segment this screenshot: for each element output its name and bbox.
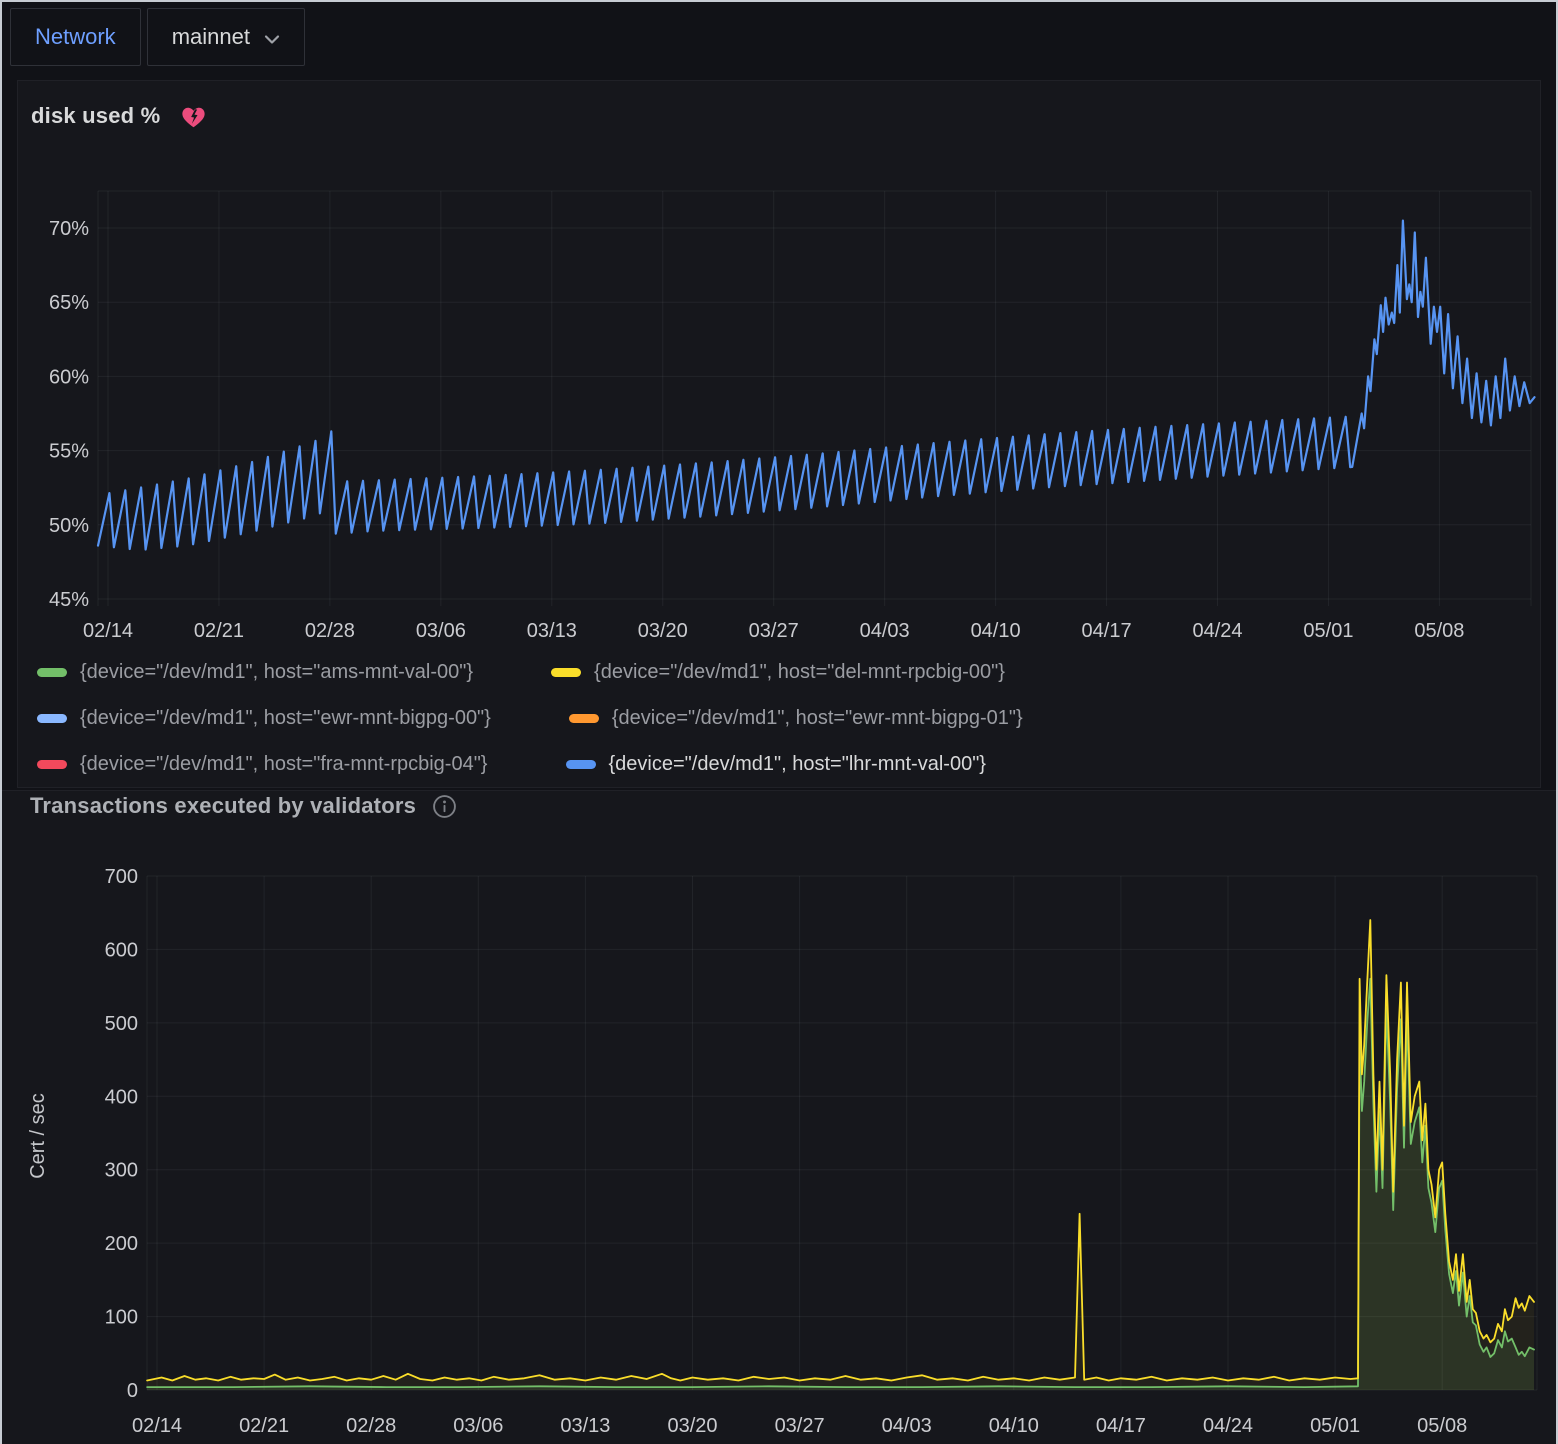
broken-heart-icon[interactable]	[180, 104, 207, 129]
axis-tick-label: 55%	[49, 441, 89, 463]
disk-series-line	[98, 221, 1535, 550]
tx-panel-header: Transactions executed by validators	[30, 793, 457, 819]
axis-tick-label: 60%	[49, 366, 89, 388]
series-label: {device="/dev/md1", host="ams-mnt-val-00…	[80, 661, 473, 684]
series-color-chip	[37, 714, 67, 723]
validators-green-fill	[147, 979, 1534, 1390]
axis-tick-label: 05/01	[1310, 1415, 1360, 1437]
variable-bar: Network mainnet	[10, 8, 305, 68]
validators-yellow-line	[147, 920, 1534, 1381]
axis-labels: 0 100 200 300 400 500 600 700 02/14 02/21 02/28 03/…	[27, 866, 1467, 1437]
validators-green-line	[147, 979, 1534, 1387]
axis-tick-label: 05/08	[1417, 1415, 1467, 1437]
legend-item[interactable]: {device="/dev/md1", host="lhr-mnt-val-00…	[566, 741, 986, 787]
tx-panel-title[interactable]: Transactions executed by validators	[30, 793, 416, 819]
gridlines	[147, 876, 1537, 1390]
legend-item[interactable]: {device="/dev/md1", host="del-mnt-rpcbig…	[551, 649, 1005, 695]
axis-tick-label: 04/10	[989, 1415, 1039, 1437]
axis-tick-label: 45%	[49, 589, 89, 611]
axis-tick-label: 700	[105, 866, 138, 888]
axis-tick-label: 04/03	[860, 620, 910, 642]
axis-tick-label: 100	[105, 1307, 138, 1329]
network-variable-label-text: Network	[35, 24, 116, 50]
series-color-chip	[569, 714, 599, 723]
axis-tick-label: 04/24	[1192, 620, 1242, 642]
network-variable-value-text: mainnet	[172, 24, 250, 50]
series-label: {device="/dev/md1", host="del-mnt-rpcbig…	[594, 661, 1005, 684]
disk-legend: {device="/dev/md1", host="ams-mnt-val-00…	[37, 649, 1527, 787]
validators-yellow-fill	[147, 920, 1534, 1390]
axis-tick-label: 02/21	[194, 620, 244, 642]
axis-tick-label: 200	[105, 1233, 138, 1255]
transactions-chart[interactable]: 0 100 200 300 400 500 600 700 02/14 02/21 02/28 03/…	[2, 791, 1556, 1443]
axis-tick-label: 05/08	[1414, 620, 1464, 642]
series-color-chip	[551, 668, 581, 677]
axis-tick-label: 0	[127, 1380, 138, 1402]
axis-tick-label: 65%	[49, 292, 89, 314]
series-label: {device="/dev/md1", host="fra-mnt-rpcbig…	[80, 753, 488, 776]
axis-tick-label: 04/10	[971, 620, 1021, 642]
axis-tick-label: 03/27	[749, 620, 799, 642]
legend-item[interactable]: {device="/dev/md1", host="ewr-mnt-bigpg-…	[569, 695, 1023, 741]
axis-tick-label: 02/14	[83, 620, 133, 642]
axis-tick-label: 300	[105, 1160, 138, 1182]
chevron-down-icon	[264, 34, 280, 45]
axis-tick-label: 03/13	[560, 1415, 610, 1437]
axis-tick-label: 03/06	[416, 620, 466, 642]
info-icon[interactable]	[432, 794, 457, 819]
series-label: {device="/dev/md1", host="ewr-mnt-bigpg-…	[80, 707, 491, 730]
axis-tick-label: 500	[105, 1013, 138, 1035]
disk-used-chart[interactable]: 45% 50% 55% 60% 65% 70% 02/14 02/21 02/28 03/06 03…	[18, 81, 1540, 647]
axis-tick-label: 04/17	[1082, 620, 1132, 642]
axis-tick-label: 04/03	[882, 1415, 932, 1437]
axis-tick-label: 02/28	[346, 1415, 396, 1437]
axis-tick-label: 02/28	[305, 620, 355, 642]
transactions-panel: Transactions executed by validators 0 100…	[2, 790, 1556, 1444]
axis-tick-label: 400	[105, 1086, 138, 1108]
axis-tick-label: 03/20	[667, 1415, 717, 1437]
series-label: {device="/dev/md1", host="ewr-mnt-bigpg-…	[612, 707, 1023, 730]
legend-item[interactable]: {device="/dev/md1", host="fra-mnt-rpcbig…	[37, 741, 488, 787]
network-variable-value[interactable]: mainnet	[147, 8, 305, 66]
axis-tick-label: 03/27	[775, 1415, 825, 1437]
axis-tick-label: 02/14	[132, 1415, 182, 1437]
axis-tick-label: 600	[105, 939, 138, 961]
gridlines	[98, 191, 1531, 606]
network-variable-label: Network	[10, 8, 141, 66]
axis-tick-label: 04/24	[1203, 1415, 1253, 1437]
disk-panel-header: disk used %	[31, 103, 207, 129]
axis-tick-label: 50%	[49, 515, 89, 537]
series-color-chip	[37, 668, 67, 677]
series-color-chip	[37, 760, 67, 769]
y-axis-label: Cert / sec	[27, 1093, 49, 1179]
axis-tick-label: 03/13	[527, 620, 577, 642]
axis-tick-label: 04/17	[1096, 1415, 1146, 1437]
axis-tick-label: 70%	[49, 218, 89, 240]
series-color-chip	[566, 760, 596, 769]
disk-panel-title[interactable]: disk used %	[31, 103, 160, 129]
axis-tick-label: 03/06	[453, 1415, 503, 1437]
series-label: {device="/dev/md1", host="lhr-mnt-val-00…	[609, 753, 986, 776]
axis-tick-label: 02/21	[239, 1415, 289, 1437]
axis-tick-label: 05/01	[1303, 620, 1353, 642]
legend-item[interactable]: {device="/dev/md1", host="ewr-mnt-bigpg-…	[37, 695, 491, 741]
grafana-dashboard: { "header": { "network_label": "Network"…	[0, 0, 1558, 1444]
legend-item[interactable]: {device="/dev/md1", host="ams-mnt-val-00…	[37, 649, 473, 695]
disk-used-panel: disk used % 45% 50% 55% 60% 65% 70% 02/14 02/21…	[17, 80, 1541, 788]
axis-tick-label: 03/20	[638, 620, 688, 642]
